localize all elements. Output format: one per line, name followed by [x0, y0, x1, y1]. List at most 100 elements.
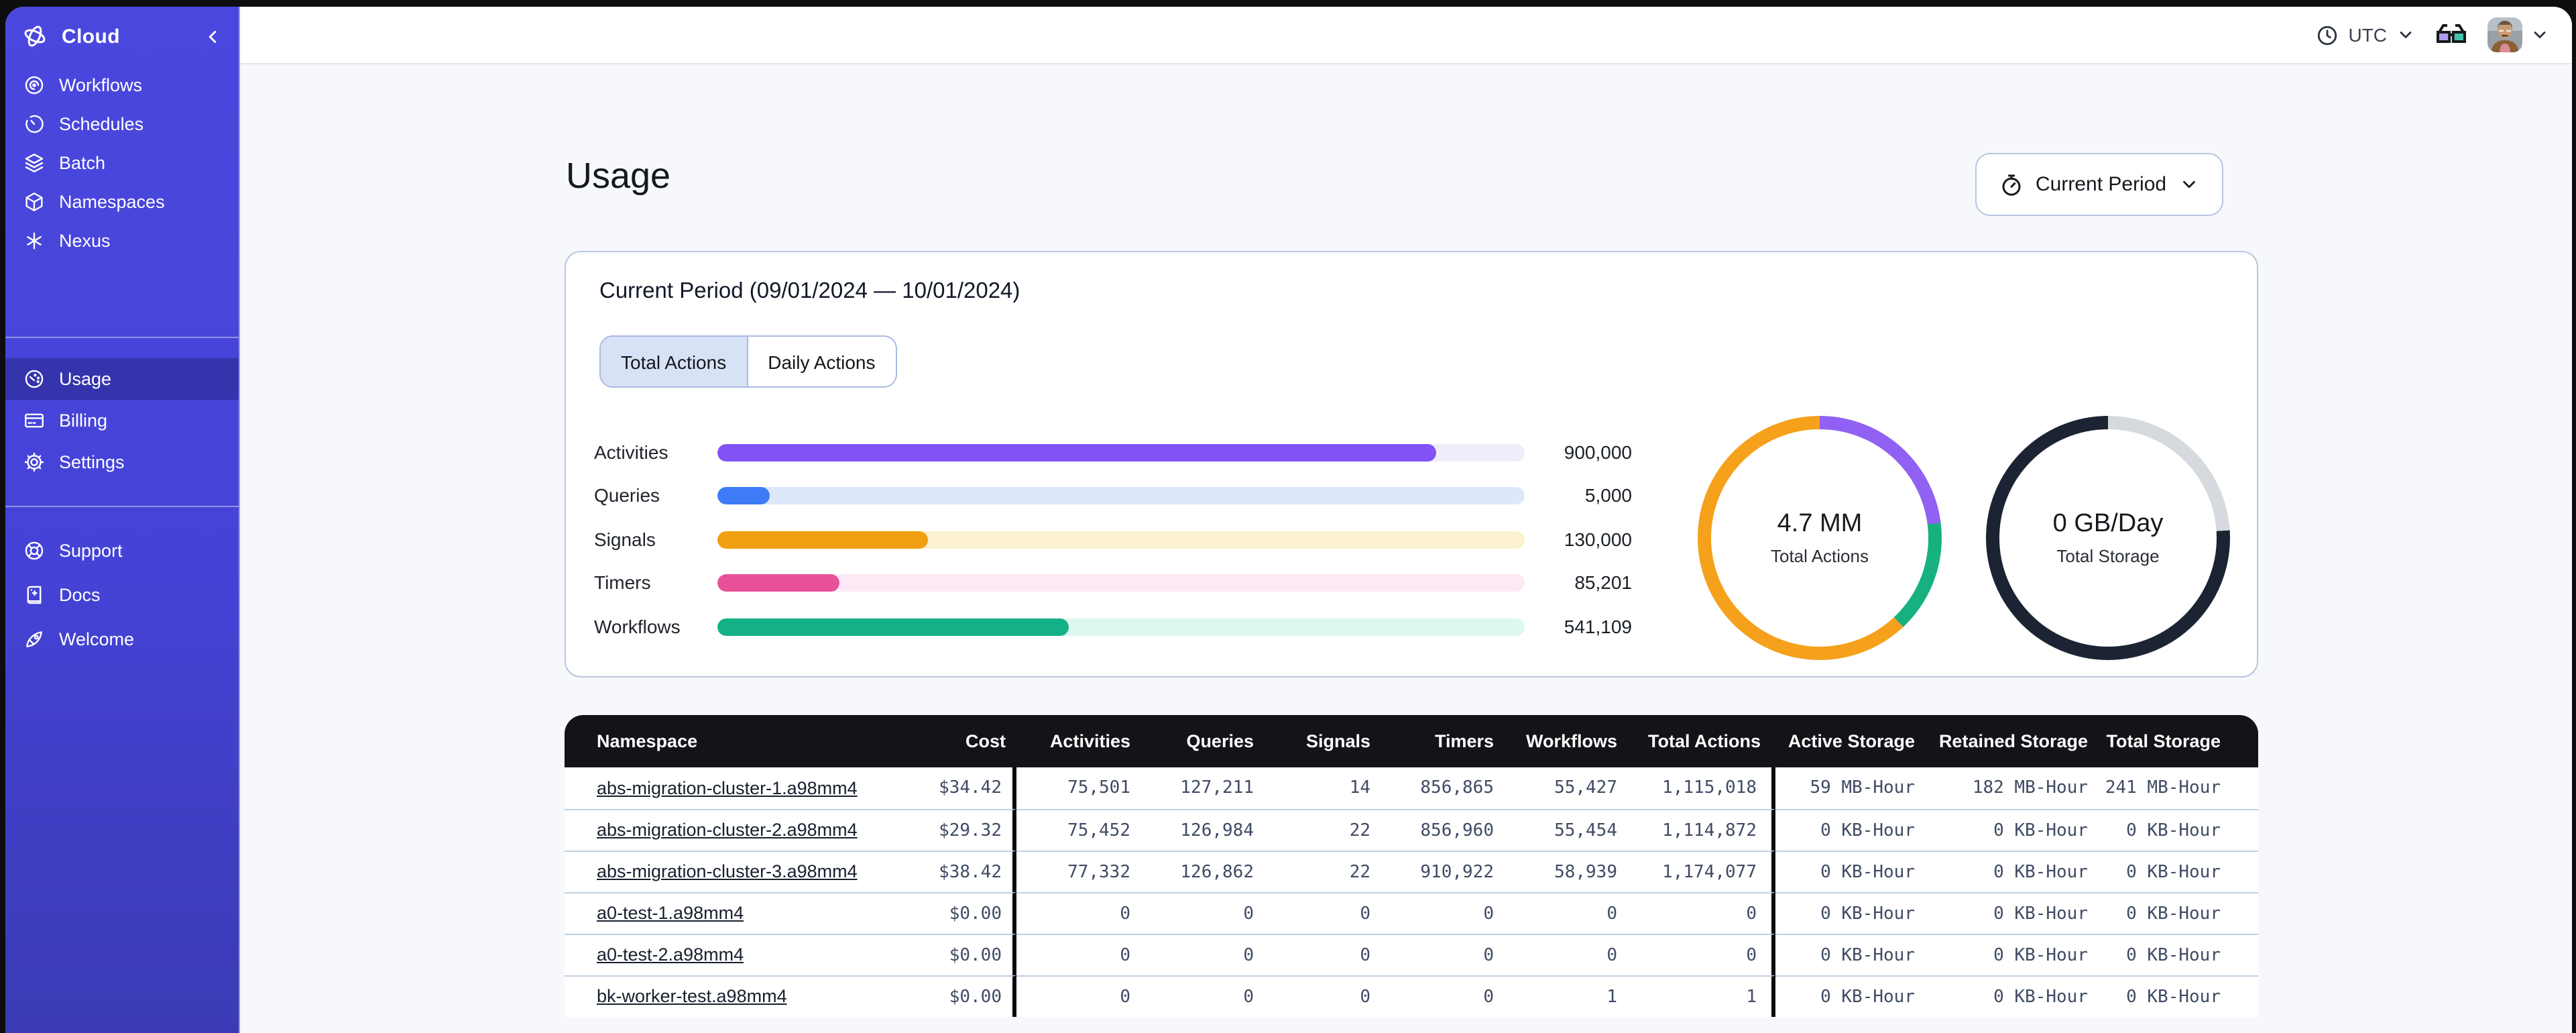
table-cell-filler — [2221, 809, 2258, 851]
sidebar-item-label: Settings — [59, 452, 125, 472]
table-row: abs-migration-cluster-3.a98mm4 $38.42 77,3… — [565, 851, 2258, 892]
namespace-cell: bk-worker-test.a98mm4 — [565, 975, 873, 1017]
sidebar-item-label: Usage — [59, 369, 112, 389]
sidebar-item-nexus[interactable]: Nexus — [5, 221, 239, 260]
sidebar-brand[interactable]: Cloud — [5, 7, 239, 66]
sidebar-item-support[interactable]: Support — [5, 529, 239, 573]
bar-track — [717, 486, 1525, 504]
sidebar-item-settings[interactable]: Settings — [5, 441, 239, 483]
table-row: a0-test-1.a98mm4 $0.00 0 0 0 0 0 0 0 KB-Hour 0 KB… — [565, 892, 2258, 934]
table-cell: 0 — [1254, 975, 1370, 1017]
chevron-down-icon — [2530, 25, 2549, 44]
billing-icon — [23, 409, 46, 432]
table-row: a0-test-2.a98mm4 $0.00 0 0 0 0 0 0 0 KB-Hour 0 KB… — [565, 934, 2258, 975]
table-cell: 0 KB-Hour — [1775, 851, 1915, 892]
table-cell: 59 MB-Hour — [1775, 767, 1915, 809]
bar-label: Signals — [594, 529, 656, 550]
column-header-timers: Timers — [1370, 715, 1494, 767]
sidebar-item-billing[interactable]: Billing — [5, 400, 239, 441]
card-title: Current Period (09/01/2024 — 10/01/2024) — [599, 279, 1020, 303]
sidebar-item-batch[interactable]: Batch — [5, 144, 239, 182]
table-cell: 910,922 — [1370, 851, 1494, 892]
table-cell: 75,501 — [1016, 767, 1130, 809]
bar-fill — [717, 443, 1436, 461]
table-cell: 0 KB-Hour — [1775, 934, 1915, 975]
column-header-retained-storage: Retained Storage — [1915, 715, 2088, 767]
column-header-signals: Signals — [1254, 715, 1370, 767]
bar-fill — [717, 574, 839, 591]
namespace-link[interactable]: a0-test-2.a98mm4 — [597, 944, 744, 965]
screen: UTC Cloud Workflows Schedules Batch Name… — [0, 0, 2576, 1033]
period-selector-button[interactable]: Current Period — [1975, 153, 2223, 216]
chevron-down-icon — [2396, 25, 2415, 44]
sidebar-item-label: Nexus — [59, 231, 111, 251]
table-cell: 75,452 — [1016, 809, 1130, 851]
bar-label: Workflows — [594, 616, 681, 637]
sidebar-item-label: Billing — [59, 411, 108, 431]
page-title: Usage — [566, 156, 671, 196]
table-cell: 77,332 — [1016, 851, 1130, 892]
sidebar-item-label: Welcome — [59, 629, 135, 649]
namespace-link[interactable]: a0-test-1.a98mm4 — [597, 903, 744, 923]
column-header-queries: Queries — [1130, 715, 1254, 767]
table-cell: 0 — [1130, 934, 1254, 975]
total-storage-value: 0 GB/Day — [2052, 510, 2164, 538]
table-cell: 0 — [1370, 892, 1494, 934]
sidebar-item-namespaces[interactable]: Namespaces — [5, 182, 239, 221]
table-cell: 0 KB-Hour — [1915, 892, 2088, 934]
sidebar-item-docs[interactable]: Docs — [5, 573, 239, 617]
batch-icon — [23, 152, 46, 174]
table-cell: $34.42 — [873, 767, 1016, 809]
table-cell: $29.32 — [873, 809, 1016, 851]
total-actions-label: Total Actions — [1771, 546, 1869, 566]
sidebar-nav: Workflows Schedules Batch Namespaces Nexus Us… — [5, 66, 239, 661]
usage-bar-row-queries: Queries 5,000 — [594, 474, 1633, 516]
sidebar-item-usage[interactable]: Usage — [5, 358, 239, 400]
bar-track — [717, 618, 1525, 635]
app-window: UTC Cloud Workflows Schedules Batch Name… — [5, 7, 2572, 1033]
namespace-link[interactable]: abs-migration-cluster-2.a98mm4 — [597, 820, 858, 840]
table-cell: 0 KB-Hour — [1915, 851, 2088, 892]
namespace-cell: abs-migration-cluster-2.a98mm4 — [565, 809, 873, 851]
table-cell: 0 — [1130, 975, 1254, 1017]
table-row: abs-migration-cluster-2.a98mm4 $29.32 75,4… — [565, 809, 2258, 851]
table-cell: $0.00 — [873, 892, 1016, 934]
sidebar-divider — [5, 506, 239, 507]
table-cell: 0 — [1254, 934, 1370, 975]
bar-label: Timers — [594, 572, 651, 593]
table-cell: 1,115,018 — [1617, 767, 1775, 809]
tab-daily-actions[interactable]: Daily Actions — [746, 337, 896, 386]
sidebar-item-schedules[interactable]: Schedules — [5, 105, 239, 144]
tab-total-actions[interactable]: Total Actions — [601, 337, 747, 386]
schedules-icon — [23, 113, 46, 135]
brand-label: Cloud — [62, 25, 120, 48]
table-cell: 0 KB-Hour — [2088, 851, 2221, 892]
namespace-link[interactable]: abs-migration-cluster-3.a98mm4 — [597, 861, 858, 881]
table-cell: 1,174,077 — [1617, 851, 1775, 892]
dev-mode-toggle[interactable] — [2435, 23, 2467, 47]
bar-label: Queries — [594, 484, 660, 506]
sidebar-item-workflows[interactable]: Workflows — [5, 66, 239, 105]
table-cell: 1 — [1617, 975, 1775, 1017]
sidebar-item-welcome[interactable]: Welcome — [5, 617, 239, 661]
period-selector-label: Current Period — [2036, 173, 2167, 196]
table-cell: $38.42 — [873, 851, 1016, 892]
table-cell: 58,939 — [1494, 851, 1617, 892]
table-cell: 0 — [1494, 892, 1617, 934]
table-cell: 0 — [1016, 975, 1130, 1017]
namespace-link[interactable]: bk-worker-test.a98mm4 — [597, 986, 787, 1006]
table-cell: 0 — [1016, 934, 1130, 975]
timezone-label: UTC — [2348, 24, 2387, 46]
table-row: abs-migration-cluster-1.a98mm4 $34.42 75,5… — [565, 767, 2258, 809]
column-header-active-storage: Active Storage — [1775, 715, 1915, 767]
namespace-link[interactable]: abs-migration-cluster-1.a98mm4 — [597, 777, 858, 798]
timezone-selector[interactable]: UTC — [2316, 23, 2415, 46]
column-header-workflows: Workflows — [1494, 715, 1617, 767]
bar-fill — [717, 618, 1069, 635]
account-menu[interactable] — [2487, 17, 2549, 52]
bar-fill — [717, 531, 928, 548]
sidebar-collapse-button[interactable] — [202, 26, 223, 46]
usage-bar-row-signals: Signals 130,000 — [594, 518, 1633, 561]
total-actions-value: 4.7 MM — [1777, 510, 1863, 538]
table-cell: 126,984 — [1130, 809, 1254, 851]
